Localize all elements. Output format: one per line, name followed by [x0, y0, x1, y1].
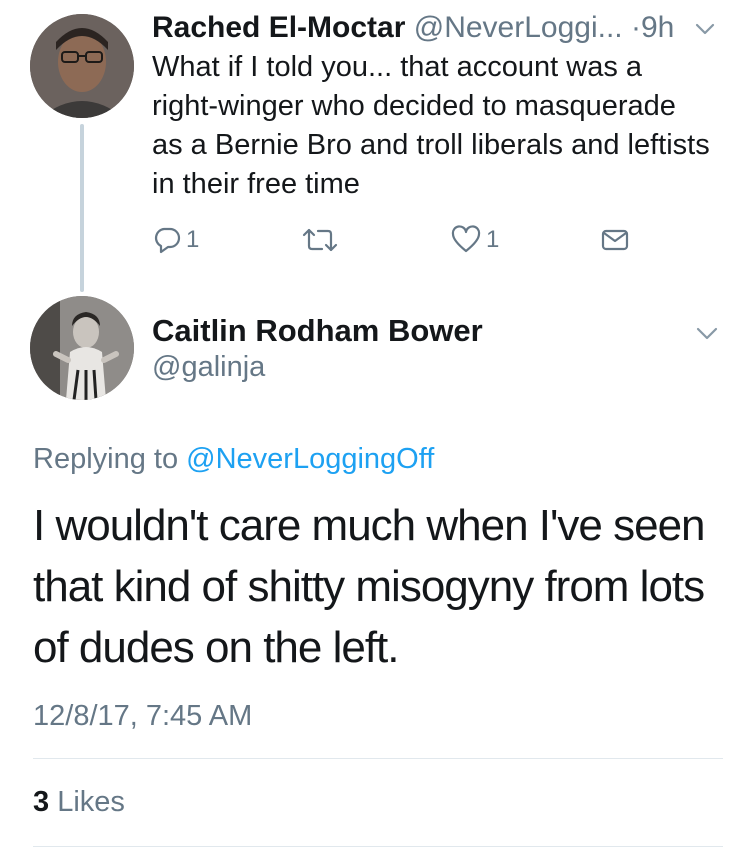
parent-tweet-time[interactable]: 9h — [641, 11, 674, 44]
chevron-down-icon[interactable] — [694, 320, 720, 346]
parent-tweet-actions: 1 1 — [152, 222, 632, 258]
likes-count: 3 — [33, 786, 50, 818]
main-author-handle[interactable]: @galinja — [152, 351, 265, 384]
retweet-icon — [300, 225, 340, 255]
like-count: 1 — [486, 226, 500, 253]
heart-icon — [450, 225, 482, 255]
main-author-avatar[interactable] — [30, 296, 134, 400]
reply-count: 1 — [186, 226, 200, 253]
like-button[interactable]: 1 — [450, 222, 499, 258]
divider — [33, 758, 723, 759]
replying-to-line: Replying to @NeverLoggingOff — [33, 443, 434, 476]
thread-line — [80, 124, 84, 292]
parent-author-name[interactable]: Rached El-Moctar — [152, 11, 405, 44]
parent-tweet-text: What if I told you... that account was a… — [152, 51, 710, 200]
direct-message-icon — [600, 225, 630, 255]
divider — [33, 846, 723, 847]
likes-label: Likes — [57, 786, 125, 818]
replying-to-mention[interactable]: @NeverLoggingOff — [186, 443, 434, 475]
parent-tweet-header: Rached El-Moctar @NeverLoggi... ·9h — [152, 10, 674, 46]
reply-icon — [152, 225, 182, 255]
header-separator: · — [630, 11, 641, 44]
main-author-name[interactable]: Caitlin Rodham Bower — [152, 313, 483, 349]
main-tweet-text: I wouldn't care much when I've seen that… — [33, 501, 706, 672]
parent-author-avatar[interactable] — [30, 14, 134, 118]
reply-button[interactable]: 1 — [152, 222, 199, 258]
replying-prefix: Replying to — [33, 443, 179, 475]
chevron-down-icon[interactable] — [694, 18, 716, 40]
direct-message-button[interactable] — [600, 222, 630, 258]
parent-author-handle[interactable]: @NeverLoggi... — [414, 11, 623, 44]
main-tweet-timestamp: 12/8/17, 7:45 AM — [33, 700, 253, 732]
retweet-button[interactable] — [300, 222, 344, 258]
likes-summary[interactable]: 3 Likes — [33, 786, 125, 819]
